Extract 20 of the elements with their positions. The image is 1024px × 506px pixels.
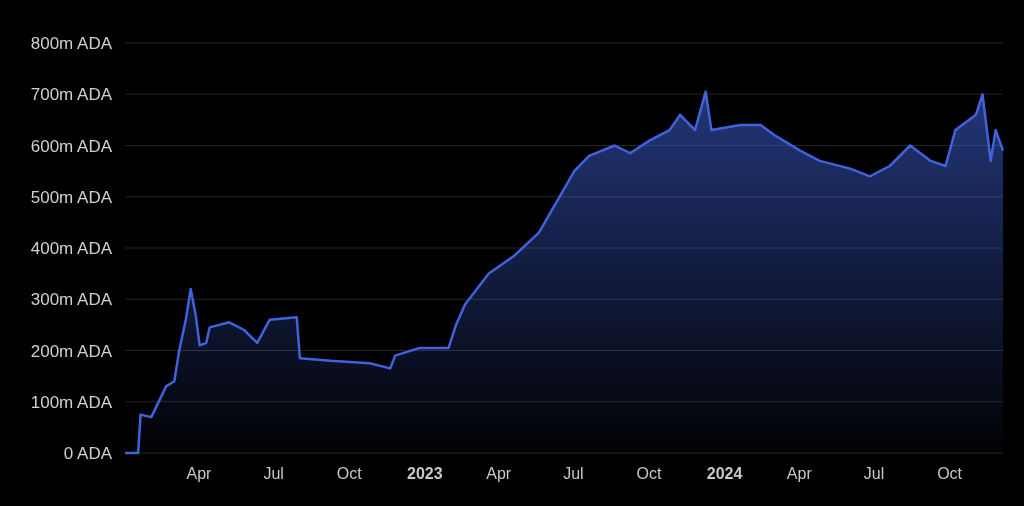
y-axis-label: 0 ADA [63, 444, 112, 463]
x-axis-label: 2023 [407, 466, 443, 482]
y-axis-label: 500m ADA [30, 187, 112, 207]
x-axis-label: Oct [636, 466, 662, 482]
y-axis-label: 400m ADA [30, 239, 112, 258]
x-axis-label: Jul [863, 466, 885, 482]
y-axis-label: 600m ADA [30, 136, 112, 156]
y-axis-label: 300m ADA [30, 290, 112, 310]
y-axis-label: 800m ADA [30, 34, 112, 53]
x-axis-label: 2024 [706, 466, 743, 482]
x-axis-label: Apr [186, 466, 212, 482]
x-axis-label: Oct [336, 466, 362, 482]
x-axis-label: Jul [563, 466, 584, 482]
x-axis-label: Apr [486, 466, 512, 482]
x-axis-label: Oct [937, 466, 963, 482]
y-axis-label: 700m ADA [30, 85, 112, 105]
y-axis-label: 100m ADA [30, 392, 112, 412]
y-axis-label: 200m ADA [30, 341, 112, 361]
x-axis-label: Jul [263, 466, 284, 482]
x-axis-label: Apr [786, 466, 812, 482]
